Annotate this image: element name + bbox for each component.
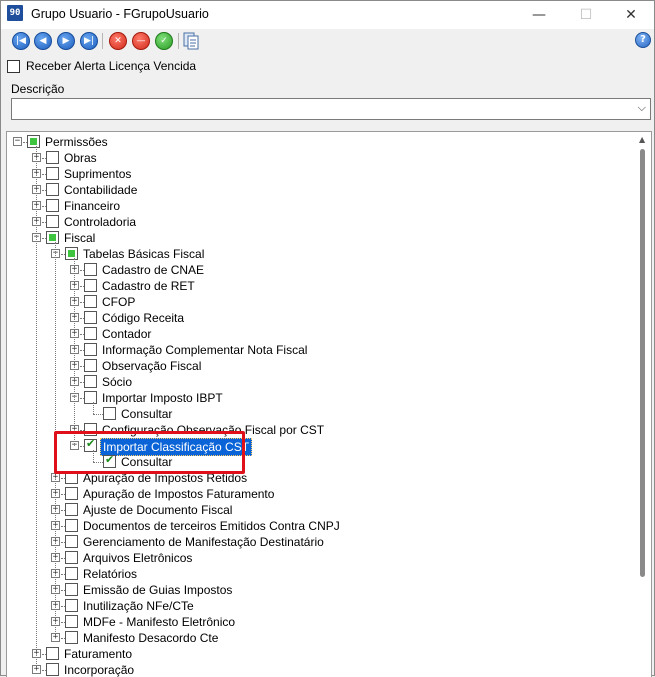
tree-node-label[interactable]: Gerenciamento de Manifestação Destinatár…	[81, 534, 326, 550]
permission-checkbox[interactable]	[84, 311, 97, 324]
permission-checkbox[interactable]	[46, 231, 59, 244]
permission-checkbox[interactable]	[84, 279, 97, 292]
tree-node-label[interactable]: Ajuste de Documento Fiscal	[81, 502, 234, 518]
close-button[interactable]: ✕	[608, 1, 654, 29]
alert-label: Receber Alerta Licença Vencida	[26, 59, 197, 73]
permission-checkbox[interactable]	[65, 583, 78, 596]
tree-connector	[74, 258, 75, 446]
minimize-button[interactable]: —	[516, 1, 562, 29]
app-window: 90 Grupo Usuario - FGrupoUsuario — ☐ ✕ |…	[0, 0, 655, 677]
permission-checkbox[interactable]	[65, 631, 78, 644]
toolbar-separator	[178, 33, 179, 49]
window-title: Grupo Usuario - FGrupoUsuario	[31, 7, 209, 21]
tree-node-label[interactable]: Consultar	[119, 406, 174, 422]
tree-node-label[interactable]: Faturamento	[62, 646, 134, 662]
permission-checkbox[interactable]	[46, 215, 59, 228]
tree-node-label[interactable]: CFOP	[100, 294, 137, 310]
tree-node-label[interactable]: Fiscal	[62, 230, 97, 246]
tree-connector	[36, 146, 37, 670]
tree-node-label[interactable]: Obras	[62, 150, 99, 166]
alert-row: Receber Alerta Licença Vencida	[7, 59, 196, 73]
permission-checkbox[interactable]	[84, 327, 97, 340]
vertical-scrollbar[interactable]: ▲	[635, 132, 651, 677]
tree-node-label[interactable]: Informação Complementar Nota Fiscal	[100, 342, 309, 358]
permission-checkbox[interactable]	[65, 247, 78, 260]
tree-node-label[interactable]: Controladoria	[62, 214, 138, 230]
permission-checkbox[interactable]	[65, 567, 78, 580]
confirm-icon[interactable]: ✓	[155, 32, 173, 50]
tree-connector	[93, 402, 94, 414]
title-bar[interactable]: 90 Grupo Usuario - FGrupoUsuario — ☐ ✕	[1, 1, 654, 29]
tree-node-label[interactable]: Documentos de terceiros Emitidos Contra …	[81, 518, 342, 534]
permission-checkbox[interactable]	[84, 375, 97, 388]
permission-checkbox[interactable]	[84, 359, 97, 372]
permission-checkbox[interactable]	[84, 295, 97, 308]
copy-document-icon[interactable]	[183, 32, 199, 50]
remove-icon[interactable]: —	[132, 32, 150, 50]
descricao-label: Descrição	[11, 82, 65, 96]
tree-node-label[interactable]: Emissão de Guias Impostos	[81, 582, 234, 598]
permission-checkbox[interactable]	[84, 391, 97, 404]
permission-checkbox[interactable]	[46, 167, 59, 180]
help-icon[interactable]: ?	[635, 32, 651, 48]
tree-node-label[interactable]: Código Receita	[100, 310, 186, 326]
permission-checkbox[interactable]	[27, 135, 40, 148]
tree-node-label[interactable]: Tabelas Básicas Fiscal	[81, 246, 206, 262]
maximize-button[interactable]: ☐	[563, 1, 609, 29]
tree-node-label[interactable]: Sócio	[100, 374, 134, 390]
tree-node-label[interactable]: Financeiro	[62, 198, 122, 214]
tree-node-label[interactable]: Contador	[100, 326, 153, 342]
scrollbar-thumb[interactable]	[640, 149, 645, 577]
tree-node-label[interactable]: MDFe - Manifesto Eletrônico	[81, 614, 237, 630]
app-logo-icon: 90	[7, 5, 23, 21]
tree-node-label[interactable]: Relatórios	[81, 566, 139, 582]
tree-node-label[interactable]: Arquivos Eletrônicos	[81, 550, 194, 566]
permission-checkbox[interactable]	[65, 519, 78, 532]
chevron-down-icon[interactable]: ⌵	[638, 101, 646, 115]
next-record-icon[interactable]: ▶	[57, 32, 75, 50]
permissions-tree[interactable]: ▲ − Permissões + Obras + Suprimentos + Contabil…	[6, 131, 652, 677]
descricao-combo[interactable]: ⌵	[11, 98, 651, 120]
permission-checkbox[interactable]	[65, 503, 78, 516]
tree-node-label[interactable]: Permissões	[43, 134, 110, 150]
scroll-up-icon[interactable]: ▲	[639, 135, 645, 144]
permission-checkbox[interactable]	[46, 647, 59, 660]
tree-node-label[interactable]: Importar Imposto IBPT	[100, 390, 225, 406]
previous-record-icon[interactable]: ◀	[34, 32, 52, 50]
last-record-icon[interactable]: ▶|	[80, 32, 98, 50]
toolbar-separator	[102, 33, 103, 49]
permission-checkbox[interactable]	[65, 551, 78, 564]
tree-node-label[interactable]: Suprimentos	[62, 166, 133, 182]
permission-checkbox[interactable]	[46, 663, 59, 676]
permission-checkbox[interactable]	[65, 599, 78, 612]
tree-connector	[93, 414, 103, 415]
first-record-icon[interactable]: |◀	[12, 32, 30, 50]
permission-checkbox[interactable]	[46, 183, 59, 196]
alert-checkbox[interactable]	[7, 59, 20, 73]
permission-checkbox[interactable]	[65, 615, 78, 628]
permission-checkbox[interactable]	[65, 535, 78, 548]
permission-checkbox[interactable]	[46, 199, 59, 212]
tree-node-label[interactable]: Inutilização NFe/CTe	[81, 598, 196, 614]
permission-checkbox[interactable]	[65, 487, 78, 500]
permission-checkbox[interactable]	[103, 407, 116, 420]
tree-node-label[interactable]: Apuração de Impostos Faturamento	[81, 486, 276, 502]
permission-checkbox[interactable]	[46, 151, 59, 164]
tree-node-label[interactable]: Cadastro de CNAE	[100, 262, 206, 278]
permission-checkbox[interactable]	[84, 343, 97, 356]
annotation-highlight	[54, 431, 245, 474]
toolbar: |◀ ◀ ▶ ▶| ✕ — ✓ ?	[1, 29, 654, 53]
tree-node-label[interactable]: Contabilidade	[62, 182, 139, 198]
tree-node-label[interactable]: Manifesto Desacordo Cte	[81, 630, 220, 646]
tree-node-label[interactable]: Observação Fiscal	[100, 358, 203, 374]
permission-checkbox[interactable]	[84, 263, 97, 276]
cancel-icon[interactable]: ✕	[109, 32, 127, 50]
tree-node-label[interactable]: Incorporação	[62, 662, 136, 677]
tree-node-label[interactable]: Cadastro de RET	[100, 278, 197, 294]
collapse-icon[interactable]: −	[13, 137, 22, 146]
